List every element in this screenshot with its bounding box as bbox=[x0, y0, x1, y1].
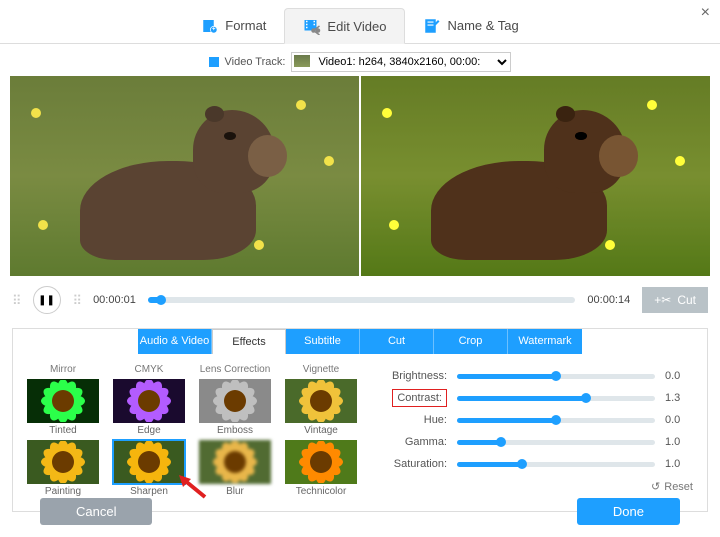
tab-format[interactable]: Format bbox=[183, 8, 284, 43]
slider-gamma-value: 1.0 bbox=[665, 436, 693, 448]
done-button[interactable]: Done bbox=[577, 498, 680, 525]
effect-painting[interactable]: Painting bbox=[27, 440, 99, 497]
slider-contrast[interactable] bbox=[457, 396, 655, 401]
sliders-area: Brightness: 0.0 Contrast: 1.3 Hue: 0.0 G… bbox=[375, 364, 693, 497]
cancel-button[interactable]: Cancel bbox=[40, 498, 152, 525]
effects-panel: Audio & Video Effects Subtitle Cut Crop … bbox=[12, 328, 708, 512]
slider-hue-label: Hue: bbox=[375, 414, 447, 426]
effect-label: Tinted bbox=[27, 425, 99, 436]
effect-header: Mirror bbox=[27, 364, 99, 375]
effect-edge[interactable]: Edge bbox=[113, 379, 185, 436]
effect-label: Painting bbox=[27, 486, 99, 497]
subtab-crop[interactable]: Crop bbox=[434, 329, 508, 354]
effect-header: Lens Correction bbox=[199, 364, 271, 375]
close-button[interactable]: × bbox=[701, 4, 710, 22]
slider-saturation-value: 1.0 bbox=[665, 458, 693, 470]
tab-label: Edit Video bbox=[327, 19, 386, 34]
effect-tinted[interactable]: Tinted bbox=[27, 379, 99, 436]
slider-brightness-row: Brightness: 0.0 bbox=[375, 370, 693, 382]
effect-label: Emboss bbox=[199, 425, 271, 436]
subtab-cut[interactable]: Cut bbox=[360, 329, 434, 354]
effect-label: Sharpen bbox=[113, 486, 185, 497]
effect-label: Blur bbox=[199, 486, 271, 497]
preview-result-pane: Preview🔍 bbox=[361, 76, 710, 276]
slider-hue-value: 0.0 bbox=[665, 414, 693, 426]
slider-contrast-value: 1.3 bbox=[665, 392, 693, 404]
slider-gamma-label: Gamma: bbox=[375, 436, 447, 448]
effects-grid: Mirror CMYK Lens Correction Vignette Tinted E… bbox=[27, 364, 357, 497]
effect-blur[interactable]: Blur bbox=[199, 440, 271, 497]
time-current: 00:00:01 bbox=[93, 294, 136, 306]
edit-video-icon bbox=[303, 17, 321, 35]
main-tabs: Format Edit Video Name & Tag bbox=[0, 0, 720, 44]
effect-vintage[interactable]: Vintage bbox=[285, 379, 357, 436]
time-duration: 00:00:14 bbox=[587, 294, 630, 306]
effect-sharpen[interactable]: Sharpen bbox=[113, 440, 185, 497]
slider-contrast-row: Contrast: 1.3 bbox=[375, 392, 693, 404]
tab-edit-video[interactable]: Edit Video bbox=[284, 8, 405, 44]
slider-saturation-row: Saturation: 1.0 bbox=[375, 458, 693, 470]
slider-gamma[interactable] bbox=[457, 440, 655, 445]
track-thumb-icon bbox=[294, 55, 310, 67]
effect-header: CMYK bbox=[113, 364, 185, 375]
video-track-select[interactable]: Video1: h264, 3840x2160, 00:00:14 bbox=[291, 52, 511, 72]
effect-label: Edge bbox=[113, 425, 185, 436]
reset-button[interactable]: ↺Reset bbox=[375, 480, 693, 493]
slider-saturation-label: Saturation: bbox=[375, 458, 447, 470]
tab-label: Name & Tag bbox=[447, 18, 518, 33]
subtab-audio-video[interactable]: Audio & Video bbox=[138, 329, 212, 354]
slider-brightness-label: Brightness: bbox=[375, 370, 447, 382]
format-icon bbox=[201, 17, 219, 35]
effect-technicolor[interactable]: Technicolor bbox=[285, 440, 357, 497]
effect-label: Technicolor bbox=[285, 486, 357, 497]
slider-saturation[interactable] bbox=[457, 462, 655, 467]
effect-label: Vintage bbox=[285, 425, 357, 436]
slider-hue-row: Hue: 0.0 bbox=[375, 414, 693, 426]
grip-right-icon[interactable]: ⠿ bbox=[73, 296, 82, 305]
slider-contrast-label: Contrast: bbox=[375, 392, 447, 404]
cut-button[interactable]: +✂ Cut bbox=[642, 287, 708, 313]
subtab-effects[interactable]: Effects bbox=[212, 329, 286, 354]
subtab-subtitle[interactable]: Subtitle bbox=[286, 329, 360, 354]
slider-brightness-value: 0.0 bbox=[665, 370, 693, 382]
scissors-icon: +✂ bbox=[654, 293, 671, 307]
timeline-slider[interactable] bbox=[148, 297, 576, 303]
video-track-label: Video Track: bbox=[225, 56, 286, 68]
effect-header: Vignette bbox=[285, 364, 357, 375]
timeline-row: ⠿ ❚❚ ⠿ 00:00:01 00:00:14 +✂ Cut bbox=[0, 276, 720, 324]
sub-tabs: Audio & Video Effects Subtitle Cut Crop … bbox=[13, 329, 707, 354]
play-pause-button[interactable]: ❚❚ bbox=[33, 286, 61, 314]
tab-name-tag[interactable]: Name & Tag bbox=[405, 8, 536, 43]
tab-label: Format bbox=[225, 18, 266, 33]
grip-left-icon[interactable]: ⠿ bbox=[12, 296, 21, 305]
slider-brightness[interactable] bbox=[457, 374, 655, 379]
name-tag-icon bbox=[423, 17, 441, 35]
subtab-watermark[interactable]: Watermark bbox=[508, 329, 582, 354]
slider-gamma-row: Gamma: 1.0 bbox=[375, 436, 693, 448]
preview-row: ▷ Original Preview🔍 bbox=[10, 76, 710, 276]
track-indicator-icon bbox=[209, 57, 219, 67]
slider-hue[interactable] bbox=[457, 418, 655, 423]
reset-icon: ↺ bbox=[651, 480, 660, 493]
video-track-row: Video Track: Video1: h264, 3840x2160, 00… bbox=[0, 44, 720, 76]
effect-emboss[interactable]: Emboss bbox=[199, 379, 271, 436]
preview-original-pane: ▷ Original bbox=[10, 76, 359, 276]
